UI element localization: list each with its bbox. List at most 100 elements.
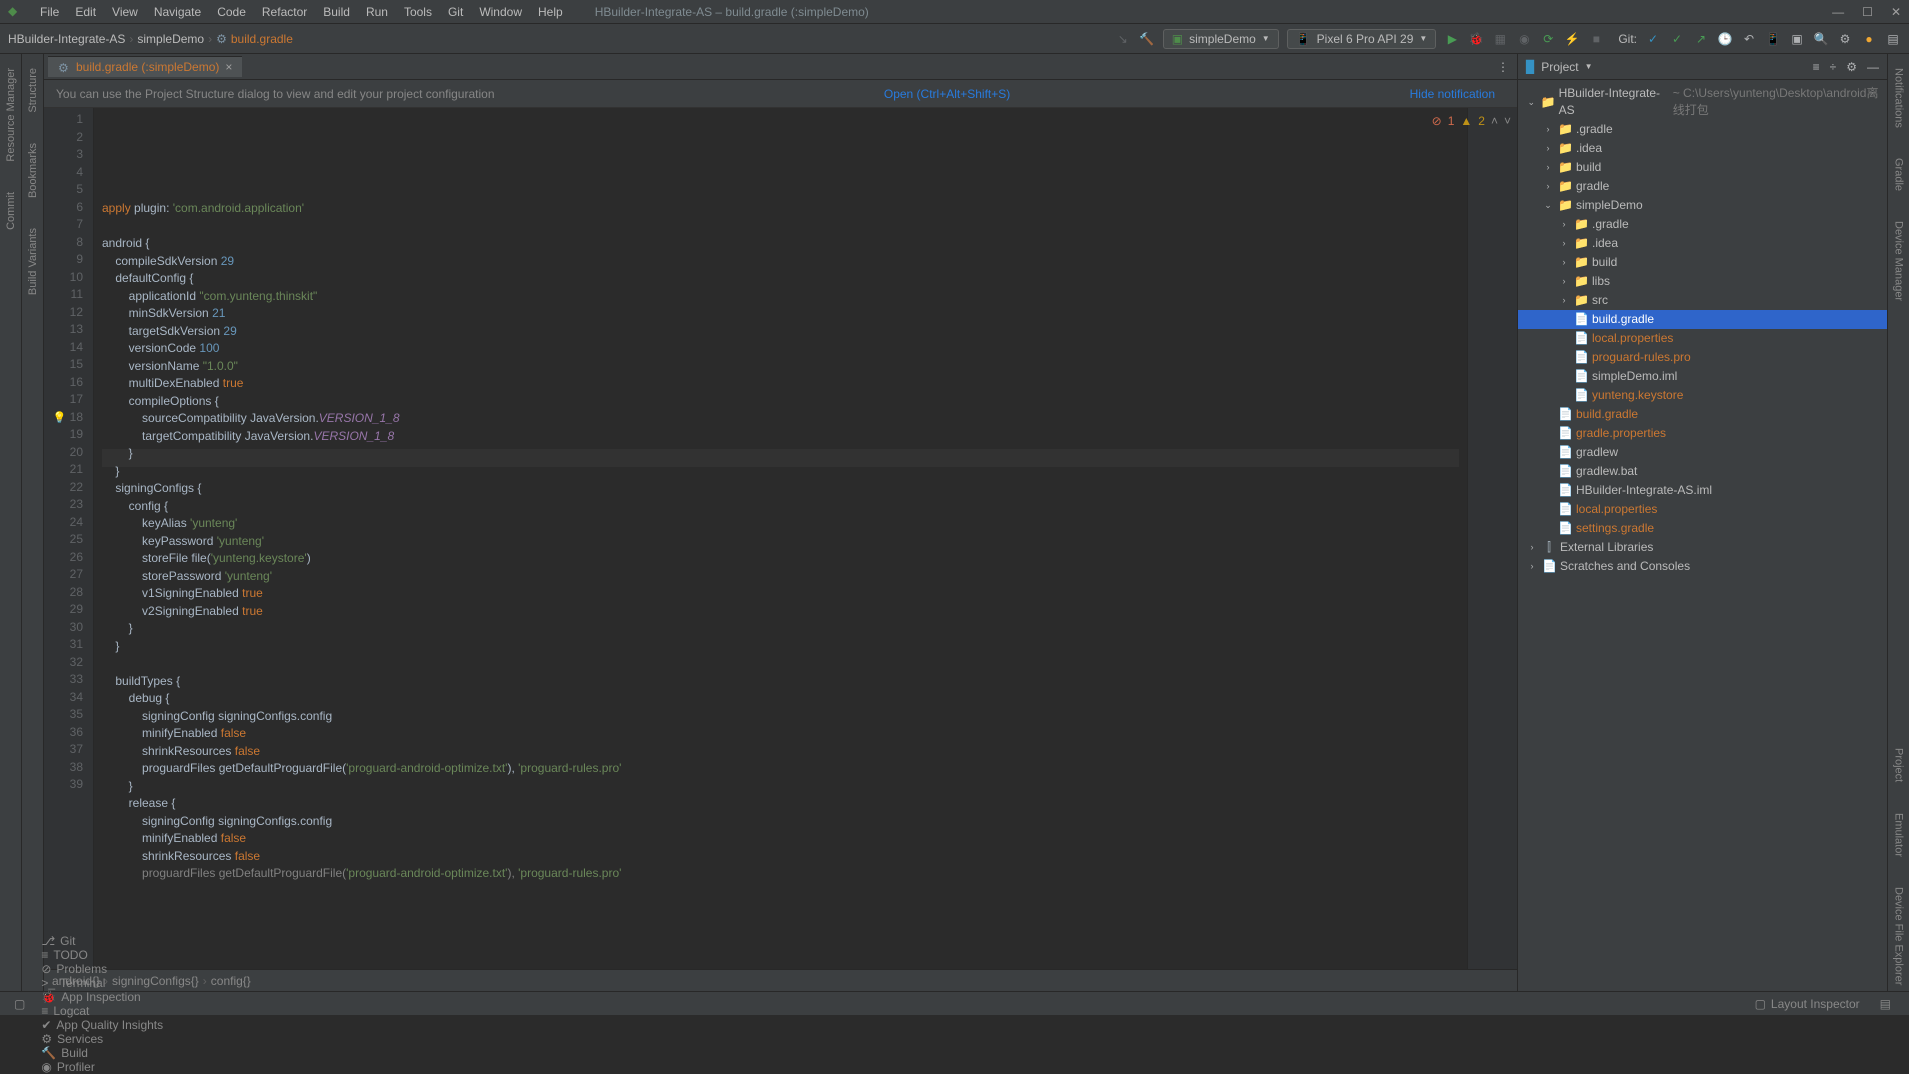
tree-expand-icon[interactable]: › [1558,292,1570,309]
code-line[interactable]: shrinkResources false [102,743,1459,761]
tree-node[interactable]: ⌄📁HBuilder-Integrate-AS~ C:\Users\yunten… [1518,84,1887,120]
code-line[interactable] [102,655,1459,673]
menu-code[interactable]: Code [209,5,254,19]
menu-edit[interactable]: Edit [67,5,104,19]
git-rollback-icon[interactable]: ↶ [1741,31,1757,47]
structure-tab[interactable]: Structure [27,62,39,119]
code-line[interactable]: versionName "1.0.0" [102,358,1459,376]
code-line[interactable]: } [102,445,1459,463]
banner-open-link[interactable]: Open (Ctrl+Alt+Shift+S) [874,87,1020,101]
line-number[interactable]: 35 [48,707,83,725]
tree-expand-icon[interactable]: › [1542,121,1554,138]
code-line[interactable]: release { [102,795,1459,813]
line-number[interactable]: 36 [48,725,83,743]
code-line[interactable]: } [102,778,1459,796]
code-line[interactable]: proguardFiles getDefaultProguardFile('pr… [102,865,1459,883]
code-line[interactable]: keyAlias 'yunteng' [102,515,1459,533]
code-line[interactable]: signingConfigs { [102,480,1459,498]
status-more-icon[interactable]: ▤ [1870,997,1901,1011]
line-number[interactable]: 20 [48,445,83,463]
tree-node[interactable]: ›📁build [1518,253,1887,272]
line-number[interactable]: 3 [48,147,83,165]
tree-node[interactable]: ›📄Scratches and Consoles [1518,557,1887,576]
tree-node[interactable]: 📄build.gradle [1518,310,1887,329]
sync-icon[interactable]: ↘ [1115,31,1131,47]
code-line[interactable]: minifyEnabled false [102,830,1459,848]
line-number[interactable]: 24 [48,515,83,533]
menu-tools[interactable]: Tools [396,5,440,19]
tree-expand-icon[interactable]: › [1542,159,1554,176]
minimize-button[interactable]: — [1832,5,1844,19]
bookmarks-tab[interactable]: Bookmarks [27,137,39,204]
line-number[interactable]: 1 [48,112,83,130]
menu-refactor[interactable]: Refactor [254,5,315,19]
menu-build[interactable]: Build [315,5,358,19]
line-number[interactable]: 30 [48,620,83,638]
code-line[interactable]: } [102,620,1459,638]
status-terminal-button[interactable]: >_Terminal [31,976,173,990]
menu-run[interactable]: Run [358,5,396,19]
coverage-icon[interactable]: ▦ [1492,31,1508,47]
code-line[interactable]: v1SigningEnabled true [102,585,1459,603]
tree-node[interactable]: 📄proguard-rules.pro [1518,348,1887,367]
code-line[interactable]: storePassword 'yunteng' [102,568,1459,586]
git-update-icon[interactable]: ✓ [1645,31,1661,47]
project-tree[interactable]: ⌄📁HBuilder-Integrate-AS~ C:\Users\yunten… [1518,80,1887,991]
run-icon[interactable]: ▶ [1444,31,1460,47]
line-number[interactable]: 25 [48,532,83,550]
settings-gear-icon[interactable]: ⚙ [1846,60,1857,74]
line-number[interactable]: 37 [48,742,83,760]
status-app-quality-insights-button[interactable]: ✔App Quality Insights [31,1018,173,1032]
code-line[interactable]: defaultConfig { [102,270,1459,288]
device-file-explorer-tab[interactable]: Device File Explorer [1893,881,1905,991]
code-line[interactable]: } [102,463,1459,481]
line-number[interactable]: 28 [48,585,83,603]
code-line[interactable]: applicationId "com.yunteng.thinskit" [102,288,1459,306]
code-line[interactable]: shrinkResources false [102,848,1459,866]
tree-node[interactable]: 📄yunteng.keystore [1518,386,1887,405]
code-line[interactable]: v2SigningEnabled true [102,603,1459,621]
line-number[interactable]: 27 [48,567,83,585]
attach-debugger-icon[interactable]: ⚡ [1564,31,1580,47]
editor-minimap[interactable]: ⊘1 ▲2 ˄ ˅ [1467,108,1517,969]
line-number[interactable]: 31 [48,637,83,655]
code-line[interactable]: compileSdkVersion 29 [102,253,1459,271]
avd-manager-icon[interactable]: 📱 [1765,31,1781,47]
tree-node[interactable]: 📄local.properties [1518,329,1887,348]
code-line[interactable]: proguardFiles getDefaultProguardFile('pr… [102,760,1459,778]
tree-node[interactable]: ›📁libs [1518,272,1887,291]
code-line[interactable]: sourceCompatibility JavaVersion.VERSION_… [102,410,1459,428]
tree-node[interactable]: ›📁build [1518,158,1887,177]
tree-expand-icon[interactable]: ⌄ [1526,94,1537,111]
hide-toolwindow-icon[interactable]: — [1867,60,1879,74]
project-tab[interactable]: Project [1893,742,1905,788]
line-number[interactable]: 10 [48,270,83,288]
status-logcat-button[interactable]: ≡Logcat [31,1004,173,1018]
code-line[interactable]: multiDexEnabled true [102,375,1459,393]
code-line[interactable]: minSdkVersion 21 [102,305,1459,323]
line-number[interactable]: 32 [48,655,83,673]
code-line[interactable]: signingConfig signingConfigs.config [102,813,1459,831]
toolwindow-quick-access-icon[interactable]: ▢ [8,997,31,1011]
line-number[interactable]: 7 [48,217,83,235]
tree-node[interactable]: ›📁.idea [1518,234,1887,253]
status-profiler-button[interactable]: ◉Profiler [31,1060,173,1074]
code-line[interactable]: targetCompatibility JavaVersion.VERSION_… [102,428,1459,446]
code-line[interactable]: android { [102,235,1459,253]
tree-node[interactable]: 📄HBuilder-Integrate-AS.iml [1518,481,1887,500]
apply-changes-icon[interactable]: ⟳ [1540,31,1556,47]
tree-node[interactable]: ›📁.idea [1518,139,1887,158]
line-number[interactable]: 13 [48,322,83,340]
line-number[interactable]: 21 [48,462,83,480]
tree-expand-icon[interactable]: ⌄ [1542,197,1554,214]
tree-node[interactable]: 📄gradlew.bat [1518,462,1887,481]
tree-node[interactable]: ›📁gradle [1518,177,1887,196]
tab-more-icon[interactable]: ⋮ [1489,60,1517,74]
resource-manager-tab[interactable]: Resource Manager [5,62,17,168]
menu-navigate[interactable]: Navigate [146,5,209,19]
crumb-config[interactable]: config{} [211,974,251,988]
line-number[interactable]: 34 [48,690,83,708]
line-number[interactable]: 5 [48,182,83,200]
code-line[interactable]: versionCode 100 [102,340,1459,358]
line-number[interactable]: 9 [48,252,83,270]
